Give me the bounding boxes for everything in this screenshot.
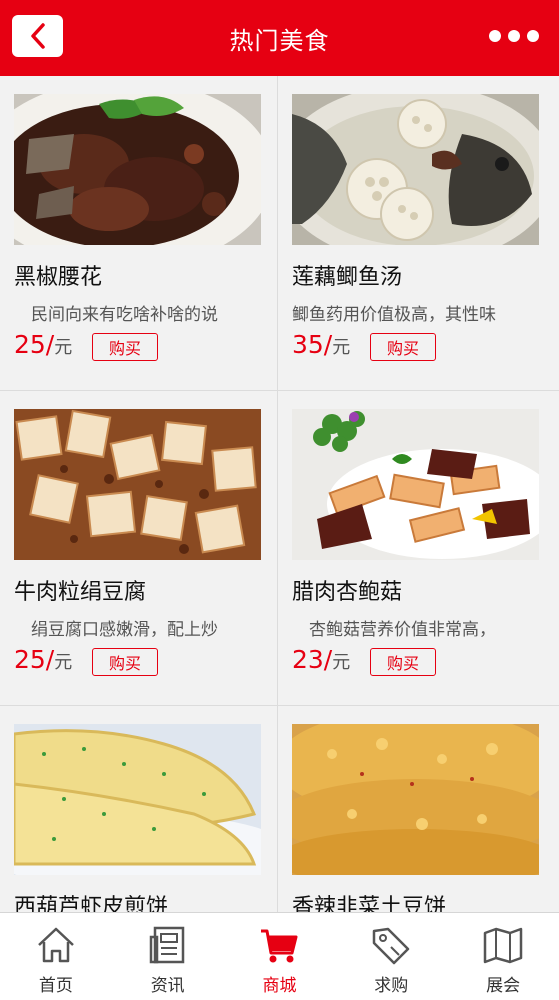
product-price: 35/元: [292, 330, 350, 359]
grid-divider: [0, 705, 559, 706]
price-unit: 元: [54, 337, 73, 358]
grid-divider-vertical: [277, 76, 278, 912]
product-card[interactable]: 香辣韭菜土豆饼: [278, 706, 556, 912]
home-icon: [38, 927, 74, 963]
product-name[interactable]: 腊肉杏鲍菇: [292, 574, 402, 606]
product-name[interactable]: 香辣韭菜土豆饼: [292, 889, 446, 912]
tab-label: 展会: [486, 976, 521, 996]
buy-button[interactable]: 购买: [92, 333, 158, 361]
buy-button[interactable]: 购买: [92, 648, 158, 676]
product-card[interactable]: 黑椒腰花 民间向来有吃啥补啥的说 25/元 购买: [0, 76, 278, 390]
product-card[interactable]: 腊肉杏鲍菇 杏鲍菇营养价值非常高， 23/元 购买: [278, 391, 556, 705]
price-unit: 元: [54, 652, 73, 673]
buy-button[interactable]: 购买: [370, 333, 436, 361]
product-photo-lotus-carp-soup[interactable]: [292, 94, 539, 245]
price-value: 25/: [14, 645, 55, 674]
tab-news[interactable]: 资讯: [112, 913, 224, 1000]
page-title: 热门美食: [229, 26, 330, 55]
price-value: 23/: [292, 645, 333, 674]
product-description: 绢豆腐口感嫩滑，配上炒: [31, 620, 218, 640]
product-photo-potato-pancake[interactable]: [292, 724, 539, 875]
product-card[interactable]: 莲藕鲫鱼汤 鲫鱼药用价值极高，其性味 35/元 购买: [278, 76, 556, 390]
product-photo-zucchini-pancake[interactable]: [14, 724, 261, 875]
tab-label: 首页: [38, 976, 73, 996]
chevron-left-icon: [30, 23, 45, 49]
product-description: 民间向来有吃啥补啥的说: [31, 305, 218, 325]
product-name[interactable]: 牛肉粒绢豆腐: [14, 574, 146, 606]
product-price: 25/元: [14, 330, 72, 359]
tag-icon: [373, 927, 410, 965]
more-dots-icon: [489, 30, 501, 42]
product-card[interactable]: 牛肉粒绢豆腐 绢豆腐口感嫩滑，配上炒 25/元 购买: [0, 391, 278, 705]
tab-home[interactable]: 首页: [0, 913, 112, 1000]
product-card[interactable]: 西葫芦虾皮煎饼: [0, 706, 278, 912]
price-value: 25/: [14, 330, 55, 359]
tab-exhibition[interactable]: 展会: [447, 913, 559, 1000]
top-bar: 热门美食: [0, 0, 559, 76]
product-description: 杏鲍菇营养价值非常高，: [309, 620, 496, 640]
product-photo-black-pepper-kidney[interactable]: [14, 94, 261, 245]
product-photo-bacon-mushroom[interactable]: [292, 409, 539, 560]
price-value: 35/: [292, 330, 333, 359]
grid-divider: [0, 390, 559, 391]
product-photo-beef-tofu[interactable]: [14, 409, 261, 560]
tab-purchase[interactable]: 求购: [335, 913, 447, 1000]
map-icon: [483, 927, 523, 964]
product-price: 25/元: [14, 645, 72, 674]
product-grid: 黑椒腰花 民间向来有吃啥补啥的说 25/元 购买 莲藕鲫鱼汤 鲫鱼药用价值极高，…: [0, 76, 559, 912]
more-button[interactable]: [489, 28, 539, 44]
tab-label: 求购: [374, 976, 409, 996]
price-unit: 元: [332, 652, 351, 673]
tab-mall[interactable]: 商城: [224, 913, 336, 1000]
tab-label: 资讯: [150, 976, 185, 996]
product-name[interactable]: 西葫芦虾皮煎饼: [14, 889, 168, 912]
bottom-tab-bar: 首页 资讯 商城 求购 展会: [0, 912, 559, 1000]
tab-label: 商城: [262, 976, 297, 996]
back-button[interactable]: [12, 15, 63, 57]
price-unit: 元: [332, 337, 351, 358]
cart-icon: [261, 929, 298, 963]
news-icon: [149, 926, 184, 964]
product-name[interactable]: 黑椒腰花: [14, 259, 102, 291]
buy-button[interactable]: 购买: [370, 648, 436, 676]
product-price: 23/元: [292, 645, 350, 674]
product-name[interactable]: 莲藕鲫鱼汤: [292, 259, 402, 291]
product-description: 鲫鱼药用价值极高，其性味: [292, 305, 496, 325]
